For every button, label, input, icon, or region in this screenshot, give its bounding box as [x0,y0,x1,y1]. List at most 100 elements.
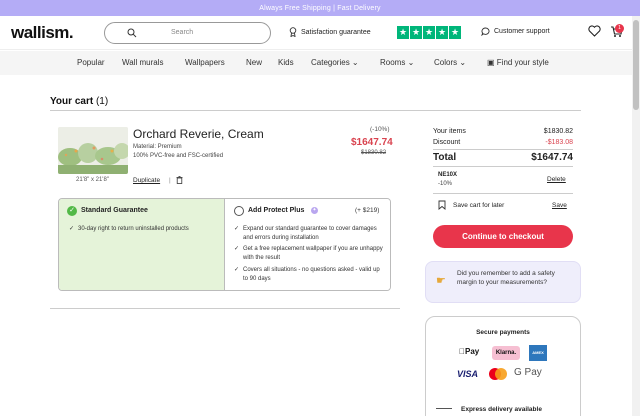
items-value: $1830.82 [543,128,573,135]
klarna-logo: Klarna. [492,346,520,360]
divider [433,193,573,194]
amex-logo: AMEX [529,345,547,361]
divider [433,149,573,150]
nav-style-label: Find your style [496,58,549,67]
secure-payments-title: Secure payments [476,329,530,336]
nav-item-find-your-style[interactable]: ▣ Find your style [487,58,549,67]
chevron-down-icon: ⌄ [407,58,415,67]
check-icon: ✓ [234,267,240,273]
action-separator: | [169,177,171,184]
bullet-text: 30-day right to return uninstalled produ… [78,226,189,232]
bullet-text: Covers all situations - no questions ask… [243,267,380,282]
bullet-text: Get a free replacement wallpaper if you … [243,246,383,261]
measurement-tip: ☛ Did you remember to add a safety margi… [425,261,581,303]
discount-row-value: -$183.08 [545,139,573,146]
checkout-button[interactable]: Continue to checkout [433,225,573,248]
visa-logo: VISA [457,369,479,379]
nav-rooms-label: Rooms [380,58,406,67]
product-name[interactable]: Orchard Reverie, Cream [133,127,264,141]
divider [50,308,400,309]
nav-item-wall-murals[interactable]: Wall murals [122,58,163,67]
check-circle-icon: ✓ [67,206,77,216]
star-icon: ★ [410,26,422,39]
main-nav: Popular Wall murals Wallpapers New Kids … [0,51,632,75]
nav-item-colors[interactable]: Colors ⌄ [434,58,466,67]
star-icon: ★ [449,26,461,39]
total-label: Total [433,152,457,163]
bullet-text: Expand our standard guarantee to cover d… [243,226,377,241]
search-placeholder: Search [171,29,194,36]
discount-code: NE10X [438,172,458,178]
check-icon: ✓ [234,246,240,252]
protect-plus-price: (+ $219) [355,207,380,214]
product-thumbnail[interactable] [58,127,128,174]
protect-plus-radio[interactable] [234,206,244,216]
item-price: $1647.74 [351,137,393,148]
chevron-down-icon: ⌄ [459,58,467,67]
protect-plus-title: Add Protect Plus [248,207,305,214]
cart-count-badge: 1 [615,24,624,33]
delete-code-button[interactable]: Delete [547,176,566,183]
protection-options: ✓ Standard Guarantee ✓ 30-day right to r… [58,198,391,291]
product-certification: 100% PVC-free and FSC-certified [133,153,224,159]
tip-text: Did you remember to add a safety margin … [457,270,555,286]
discount-label: (-10%) [370,126,390,133]
satisfaction-label: Satisfaction guarantee [301,28,371,36]
save-cart-label: Save cart for later [453,202,505,209]
total-value: $1647.74 [531,152,573,163]
star-icon: ★ [423,26,435,39]
pointing-hand-icon: ☛ [436,275,446,287]
divider [50,110,581,111]
chat-icon [481,27,490,36]
page-scrollbar[interactable] [632,16,640,416]
chevron-down-icon: ⌄ [351,58,359,67]
divider [433,166,573,167]
items-label: Your items [433,128,466,135]
nav-item-rooms[interactable]: Rooms ⌄ [380,58,414,67]
support-label: Customer support [494,28,550,35]
sparkle-icon: ✦ [311,207,318,214]
satisfaction-guarantee[interactable]: Satisfaction guarantee [289,27,371,37]
mural-image [58,127,128,174]
trustpilot-rating[interactable]: ★ ★ ★ ★ ★ [397,26,461,39]
product-dimensions: 21'8" x 21'8" [76,177,109,183]
heart-icon[interactable] [588,25,601,37]
search-icon [127,28,137,38]
product-material: Material: Premium [133,144,182,150]
discount-row-label: Discount [433,139,461,146]
cart-item-count: (1) [95,96,109,107]
logo[interactable]: wallism. [11,23,74,43]
scrollbar-thumb[interactable] [633,20,639,110]
discount-code-percent: -10% [438,181,453,187]
star-icon: ★ [436,26,448,39]
express-delivery-label: Express delivery available [461,406,542,413]
style-grid-icon: ▣ [487,58,495,67]
bookmark-icon [438,200,446,210]
protect-plus-option[interactable]: Add Protect Plus ✦ (+ $219) ✓ Expand our… [226,199,390,290]
nav-item-popular[interactable]: Popular [77,58,105,67]
google-pay-logo: G Pay [514,367,542,378]
apple-pay-logo: Pay [459,347,479,356]
customer-support-link[interactable]: Customer support [481,27,550,36]
save-cart-button[interactable]: Save [552,202,567,209]
cart-title: Your cart (1) [50,96,108,107]
trash-icon[interactable] [176,176,183,184]
mastercard-logo [489,368,507,380]
site-header: wallism. Search Satisfaction guarantee ★… [0,16,632,50]
nav-item-new[interactable]: New [246,58,262,67]
nav-item-wallpapers[interactable]: Wallpapers [185,58,225,67]
promo-banner: Always Free Shipping | Fast Delivery [0,0,640,16]
standard-guarantee-option[interactable]: ✓ Standard Guarantee ✓ 30-day right to r… [59,199,225,290]
check-icon: ✓ [69,226,75,232]
search-input[interactable]: Search [104,22,271,44]
duplicate-button[interactable]: Duplicate [133,177,160,184]
nav-item-categories[interactable]: Categories ⌄ [311,58,359,67]
check-icon: ✓ [234,226,240,232]
cart-title-label: Your cart [50,96,94,107]
nav-categories-label: Categories [311,58,350,67]
item-old-price: $1830.82 [361,150,387,156]
nav-item-kids[interactable]: Kids [278,58,294,67]
star-icon: ★ [397,26,409,39]
standard-guarantee-title: Standard Guarantee [81,207,148,214]
nav-colors-label: Colors [434,58,458,67]
